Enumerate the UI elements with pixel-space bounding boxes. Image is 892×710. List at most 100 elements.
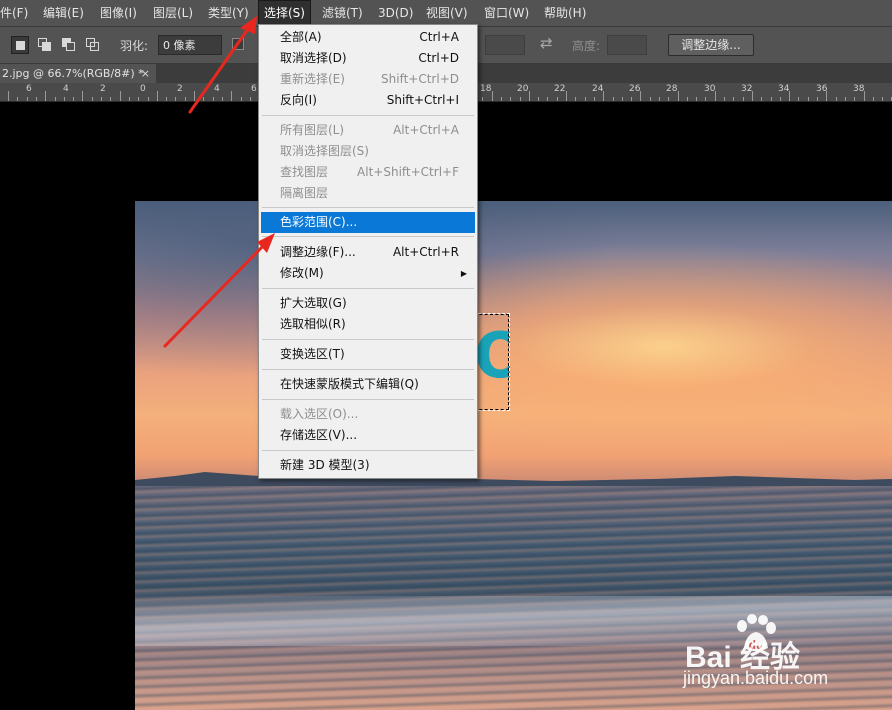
- menu-item-label: 调整边缘(F)...: [280, 245, 356, 259]
- ruler-tick: [157, 91, 158, 101]
- ruler-tick: [789, 91, 790, 101]
- ruler-tick: [575, 97, 576, 101]
- menu-item-label: 在快速蒙版模式下编辑(Q): [280, 377, 419, 391]
- ruler-tick: [101, 97, 102, 101]
- ruler-tick: [798, 97, 799, 101]
- menu-separator: [262, 399, 474, 400]
- ruler-tick: [529, 91, 530, 101]
- menu-file[interactable]: 件(F): [0, 0, 28, 26]
- menu-item-reselect[interactable]: 重新选择(E) Shift+Ctrl+D: [261, 69, 475, 90]
- menu-view[interactable]: 视图(V): [426, 0, 468, 26]
- ruler-tick: [547, 97, 548, 101]
- menu-item-isolate-layers[interactable]: 隔离图层: [261, 183, 475, 204]
- ruler-tick: [138, 97, 139, 101]
- menu-item-save-selection[interactable]: 存储选区(V)...: [261, 425, 475, 446]
- subtract-from-selection-icon[interactable]: [60, 36, 78, 54]
- menu-separator: [262, 339, 474, 340]
- menu-item-transform-selection[interactable]: 变换选区(T): [261, 344, 475, 365]
- intersect-selection-icon[interactable]: [84, 36, 102, 54]
- ruler-tick: [864, 91, 865, 101]
- menu-item-find-layers[interactable]: 查找图层 Alt+Shift+Ctrl+F: [261, 162, 475, 183]
- menu-separator: [262, 450, 474, 451]
- menu-separator: [262, 236, 474, 237]
- width-input[interactable]: [485, 35, 525, 55]
- select-menu-dropdown: 全部(A) Ctrl+A 取消选择(D) Ctrl+D 重新选择(E) Shif…: [258, 24, 478, 479]
- swap-icon[interactable]: ⇄: [540, 34, 553, 52]
- ruler-label: 38: [853, 84, 865, 94]
- submenu-arrow-icon: ▶: [460, 269, 467, 278]
- ruler-tick: [203, 97, 204, 101]
- menu-separator: [262, 115, 474, 116]
- ruler-tick: [222, 97, 223, 101]
- ruler-tick: [659, 97, 660, 101]
- feather-label: 羽化:: [120, 39, 149, 53]
- menu-item-modify[interactable]: 修改(M) ▶: [261, 263, 475, 284]
- close-icon[interactable]: ×: [141, 64, 150, 83]
- ruler-tick: [213, 97, 214, 101]
- feather-input[interactable]: 0 像素: [158, 35, 222, 55]
- ruler-tick: [148, 97, 149, 101]
- ruler-tick: [678, 91, 679, 101]
- menu-3d[interactable]: 3D(D): [378, 0, 413, 26]
- ruler-label: 28: [666, 84, 678, 94]
- menu-item-deselect-layers[interactable]: 取消选择图层(S): [261, 141, 475, 162]
- height-input[interactable]: [607, 35, 647, 55]
- menu-item-load-selection[interactable]: 载入选区(O)...: [261, 404, 475, 425]
- menu-edit[interactable]: 编辑(E): [43, 0, 84, 26]
- ruler-tick: [231, 91, 232, 101]
- menu-item-select-all[interactable]: 全部(A) Ctrl+A: [261, 27, 475, 48]
- ruler-tick: [45, 91, 46, 101]
- ruler-tick: [36, 97, 37, 101]
- add-to-selection-icon[interactable]: [36, 36, 54, 54]
- menu-item-quick-mask[interactable]: 在快速蒙版模式下编辑(Q): [261, 374, 475, 395]
- ruler-tick: [836, 97, 837, 101]
- ruler-tick: [696, 97, 697, 101]
- ruler-tick: [73, 97, 74, 101]
- menu-item-label: 色彩范围(C)...: [280, 215, 358, 229]
- menu-help[interactable]: 帮助(H): [544, 0, 586, 26]
- menu-item-label: 选取相似(R): [280, 317, 346, 331]
- ruler-tick: [241, 97, 242, 101]
- ruler-tick: [64, 97, 65, 101]
- ruler-tick: [724, 97, 725, 101]
- refine-edge-button[interactable]: 调整边缘...: [668, 34, 754, 56]
- selection-marquee[interactable]: [473, 313, 510, 411]
- menu-window[interactable]: 窗口(W): [484, 0, 529, 26]
- ruler-label: 6: [26, 84, 32, 94]
- menu-item-color-range[interactable]: 色彩范围(C)...: [261, 212, 475, 233]
- menu-separator: [262, 207, 474, 208]
- menu-item-deselect[interactable]: 取消选择(D) Ctrl+D: [261, 48, 475, 69]
- ruler-tick: [594, 97, 595, 101]
- ruler-tick: [538, 97, 539, 101]
- ruler-tick: [8, 91, 9, 101]
- anti-alias-checkbox[interactable]: [232, 38, 244, 50]
- menu-item-label: 修改(M): [280, 266, 324, 280]
- menu-item-shortcut: Alt+Ctrl+A: [393, 123, 459, 137]
- new-selection-icon[interactable]: [11, 36, 29, 54]
- menu-item-label: 扩大选取(G): [280, 296, 347, 310]
- menu-item-grow[interactable]: 扩大选取(G): [261, 293, 475, 314]
- menu-item-refine-edge[interactable]: 调整边缘(F)... Alt+Ctrl+R: [261, 242, 475, 263]
- ruler-tick: [650, 97, 651, 101]
- menu-select[interactable]: 选择(S): [258, 0, 311, 26]
- menu-item-inverse[interactable]: 反向(I) Shift+Ctrl+I: [261, 90, 475, 111]
- ruler-label: 34: [778, 84, 790, 94]
- menu-item-all-layers[interactable]: 所有图层(L) Alt+Ctrl+A: [261, 120, 475, 141]
- ruler-tick: [845, 97, 846, 101]
- menu-layer[interactable]: 图层(L): [153, 0, 193, 26]
- menu-item-label: 取消选择图层(S): [280, 144, 369, 158]
- menu-item-label: 重新选择(E): [280, 72, 345, 86]
- ruler-label: 30: [704, 84, 716, 94]
- menu-item-new-3d-extrusion[interactable]: 新建 3D 模型(3): [261, 455, 475, 476]
- menu-item-shortcut: Alt+Ctrl+R: [392, 245, 459, 259]
- menu-type[interactable]: 类型(Y): [208, 0, 249, 26]
- ruler-tick: [603, 91, 604, 101]
- menu-image[interactable]: 图像(I): [100, 0, 137, 26]
- ruler-tick: [175, 97, 176, 101]
- document-tab[interactable]: 2.jpg @ 66.7%(RGB/8#) * ×: [0, 64, 156, 83]
- ruler-tick: [17, 97, 18, 101]
- menu-filter[interactable]: 滤镜(T): [322, 0, 363, 26]
- menu-item-similar[interactable]: 选取相似(R): [261, 314, 475, 335]
- ruler-label: 2: [177, 84, 183, 94]
- menu-item-label: 取消选择(D): [280, 51, 347, 65]
